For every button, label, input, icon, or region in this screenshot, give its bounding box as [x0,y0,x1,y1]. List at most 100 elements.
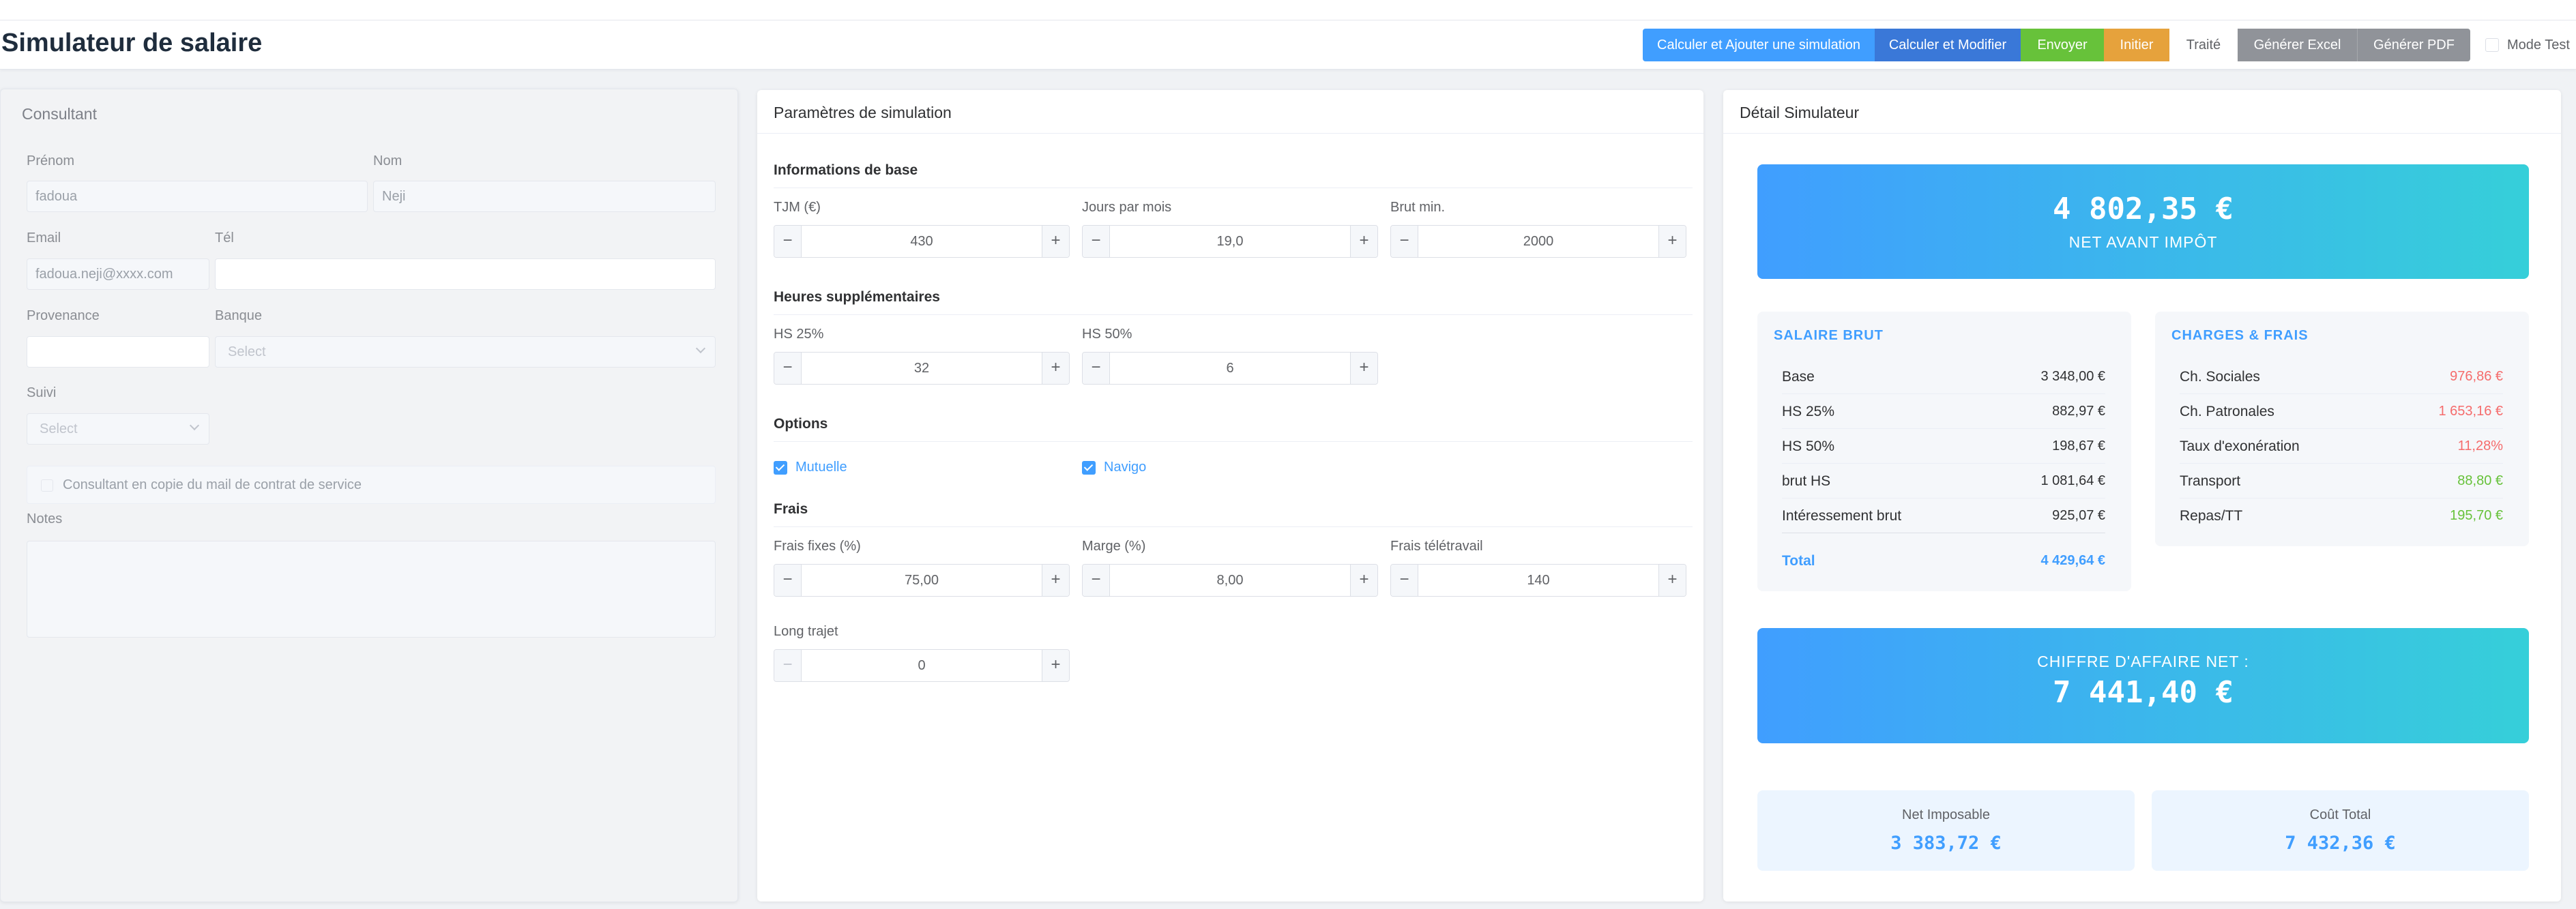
marge-value[interactable]: 8,00 [1110,565,1350,596]
increment-button[interactable]: + [1042,650,1069,681]
brut-card: SALAIRE BRUT Base 3 348,00 € HS 25% 882,97… [1757,312,2131,591]
total-row: Total 4 429,64 € [1782,543,2105,578]
hs50-stepper[interactable]: − 6 + [1082,352,1378,385]
mutuelle-checkbox[interactable] [774,460,787,475]
jours-value[interactable]: 19,0 [1110,226,1350,257]
hs25-label: HS 25% [774,327,824,342]
cout-card: Coût Total 7 432,36 € [2152,790,2529,871]
net-value: 4 802,35 € [2053,192,2234,226]
row-value: 1 653,16 € [2438,404,2503,419]
tjm-value[interactable]: 430 [802,226,1042,257]
decrement-button[interactable]: − [774,650,802,681]
list-item: HS 25% 882,97 € [1782,394,2105,429]
decrement-button[interactable]: − [774,565,802,596]
imposable-label: Net Imposable [1902,807,1990,822]
copy-mail-checkbox[interactable] [41,479,53,492]
prenom-field[interactable]: fadoua [27,181,368,212]
fixes-value[interactable]: 75,00 [802,565,1042,596]
jours-label: Jours par mois [1082,200,1172,215]
nom-field[interactable]: Neji [373,181,716,212]
tel-field[interactable] [215,258,716,290]
decrement-button[interactable]: − [1083,565,1110,596]
decrement-button[interactable]: − [1391,226,1418,257]
brut-stepper[interactable]: − 2000 + [1390,225,1686,258]
banque-placeholder: Select [228,344,266,359]
decrement-button[interactable]: − [774,353,802,384]
detail-panel: Détail Simulateur 4 802,35 € NET AVANT I… [1723,90,2561,901]
brut-value[interactable]: 2000 [1418,226,1658,257]
trajet-stepper[interactable]: − 0 + [774,649,1070,682]
decrement-button[interactable]: − [1083,353,1110,384]
row-label: HS 25% [1782,404,1835,419]
ca-card: CHIFFRE D'AFFAIRE NET : 7 441,40 € [1757,628,2529,743]
increment-button[interactable]: + [1658,565,1686,596]
row-value: 1 081,64 € [2040,473,2105,488]
imposable-card: Net Imposable 3 383,72 € [1757,790,2135,871]
provenance-label: Provenance [27,308,100,323]
marge-stepper[interactable]: − 8,00 + [1082,564,1378,597]
cout-value: 7 432,36 € [2285,833,2396,854]
email-field[interactable]: fadoua.neji@xxxx.com [27,258,209,290]
increment-button[interactable]: + [1658,226,1686,257]
hs25-stepper[interactable]: − 32 + [774,352,1070,385]
total-value: 4 429,64 € [2040,553,2105,568]
increment-button[interactable]: + [1350,226,1377,257]
tele-stepper[interactable]: − 140 + [1390,564,1686,597]
ca-value: 7 441,40 € [2053,675,2234,710]
fixes-label: Frais fixes (%) [774,539,861,554]
chevron-down-icon [189,420,200,431]
row-label: Base [1782,369,1815,385]
charges-card: CHARGES & FRAIS Ch. Sociales 976,86 € Ch.… [2155,312,2529,546]
notes-textarea[interactable] [27,541,716,638]
row-value: 195,70 € [2450,508,2503,523]
hs25-value[interactable]: 32 [802,353,1042,384]
hs50-value[interactable]: 6 [1110,353,1350,384]
pdf-button[interactable]: Générer PDF [2357,29,2470,61]
mode-test-toggle[interactable]: Mode Test [2485,38,2570,53]
row-label: Intéressement brut [1782,508,1902,524]
row-label: brut HS [1782,473,1831,489]
banque-label: Banque [215,308,262,323]
increment-button[interactable]: + [1350,565,1377,596]
calc-add-button[interactable]: Calculer et Ajouter une simulation [1643,29,1875,61]
decrement-button[interactable]: − [774,226,802,257]
charges-card-title: CHARGES & FRAIS [2171,328,2309,343]
provenance-field[interactable] [27,336,209,368]
fixes-stepper[interactable]: − 75,00 + [774,564,1070,597]
increment-button[interactable]: + [1042,226,1069,257]
suivi-select[interactable]: Select [27,413,209,445]
treated-button[interactable]: Traité [2169,29,2238,61]
tele-value[interactable]: 140 [1418,565,1658,596]
decrement-button[interactable]: − [1391,565,1418,596]
navigo-label: Navigo [1104,460,1147,475]
divider [774,314,1693,315]
excel-button[interactable]: Générer Excel [2238,29,2357,61]
email-label: Email [27,230,61,245]
increment-button[interactable]: + [1042,565,1069,596]
tele-label: Frais télétravail [1390,539,1483,554]
hs50-label: HS 50% [1082,327,1132,342]
prenom-label: Prénom [27,153,75,168]
jours-stepper[interactable]: − 19,0 + [1082,225,1378,258]
suivi-label: Suivi [27,385,57,400]
increment-button[interactable]: + [1042,353,1069,384]
tjm-stepper[interactable]: − 430 + [774,225,1070,258]
init-button[interactable]: Initier [2104,29,2169,61]
decrement-button[interactable]: − [1083,226,1110,257]
mutuelle-option[interactable]: Mutuelle [774,460,847,475]
banque-select[interactable]: Select [215,336,716,368]
row-label: Taux d'exonération [2180,438,2300,454]
send-button[interactable]: Envoyer [2021,29,2104,61]
calc-modify-button[interactable]: Calculer et Modifier [1875,29,2021,61]
increment-button[interactable]: + [1350,353,1377,384]
navigo-checkbox[interactable] [1082,460,1096,475]
nom-label: Nom [373,153,402,168]
mode-test-checkbox[interactable] [2485,38,2499,52]
net-card: 4 802,35 € NET AVANT IMPÔT [1757,164,2529,279]
list-item: Transport 88,80 € [2180,464,2503,498]
navigo-option[interactable]: Navigo [1082,460,1146,475]
trajet-value[interactable]: 0 [802,650,1042,681]
page-header: Simulateur de salaire Calculer et Ajoute… [0,20,2576,70]
copy-mail-option[interactable]: Consultant en copie du mail de contrat d… [27,466,716,504]
row-label: Ch. Sociales [2180,369,2260,385]
